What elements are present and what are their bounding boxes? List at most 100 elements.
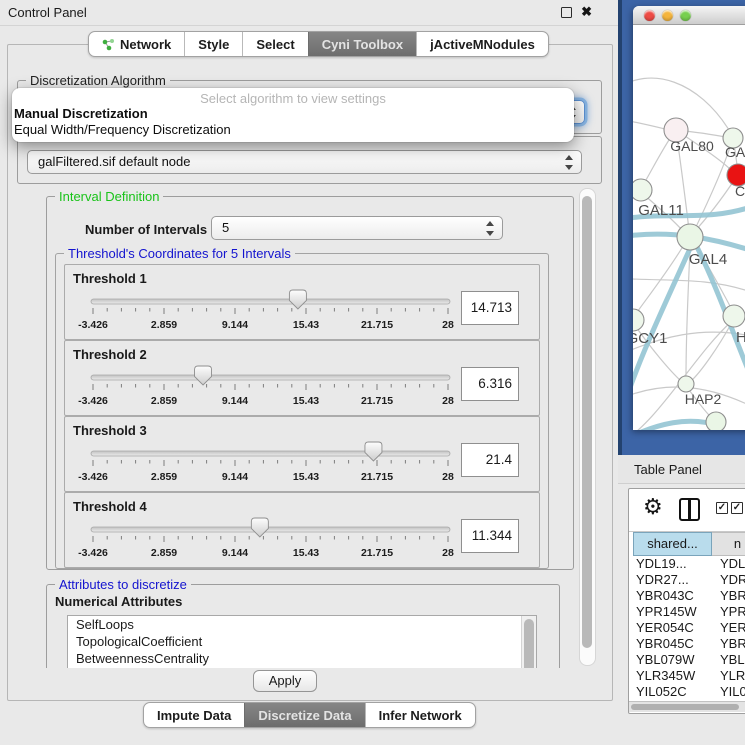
table-row[interactable]: YIL052CYIL0 [633, 684, 745, 700]
zoom-traffic-light[interactable] [680, 10, 691, 21]
gear-icon[interactable]: ⚙ [643, 494, 663, 520]
tab-discretize-data[interactable]: Discretize Data [244, 703, 364, 727]
tab-label: jActiveMNodules [430, 37, 535, 52]
combo-spinner-icon [486, 221, 495, 236]
column-header-name[interactable]: n [712, 532, 745, 556]
checkbox-icon[interactable]: ✓ [716, 502, 728, 514]
network-canvas[interactable]: GAL80GALCGAL11GAL4GCY1HHAP2 [633, 24, 745, 430]
table-row[interactable]: YBL079WYBL0 [633, 652, 745, 668]
table-row[interactable]: YLR345WYLR3 [633, 668, 745, 684]
number-of-intervals-combobox[interactable]: 5 [211, 216, 503, 240]
tab-label: Cyni Toolbox [322, 37, 403, 52]
thresholds-group-title: Threshold's Coordinates for 5 Intervals [64, 246, 295, 261]
close-icon[interactable]: ✖ [581, 4, 592, 20]
threshold-value-field[interactable]: 11.344 [461, 519, 519, 553]
algorithm-group-title: Discretization Algorithm [26, 73, 170, 88]
settings-viewport: Interval Definition Number of Intervals … [16, 184, 579, 668]
bottom-tab-bar: Impute Data Discretize Data Infer Networ… [143, 702, 476, 728]
svg-text:15.43: 15.43 [293, 395, 319, 407]
table-row[interactable]: YBR043CYBR0 [633, 588, 745, 604]
tab-style[interactable]: Style [184, 32, 242, 56]
numerical-attributes-list[interactable]: SelfLoopsTopologicalCoefficientBetweenne… [67, 615, 537, 668]
svg-text:9.144: 9.144 [222, 547, 248, 559]
minimize-traffic-light[interactable] [662, 10, 673, 21]
threshold-value-field[interactable]: 14.713 [461, 291, 519, 325]
network-window-titlebar[interactable] [633, 6, 745, 25]
tab-label: Impute Data [157, 708, 231, 723]
tab-cyni-toolbox[interactable]: Cyni Toolbox [308, 32, 416, 56]
threshold-slider[interactable]: -3.4262.8599.14415.4321.71528 [87, 287, 467, 335]
svg-text:28: 28 [442, 395, 454, 407]
svg-text:9.144: 9.144 [222, 471, 248, 483]
table-row[interactable]: YDR27...YDR2 [633, 572, 745, 588]
threshold-label: Threshold 1 [73, 271, 147, 286]
table-panel-titlebar: Table Panel [618, 455, 745, 484]
svg-text:GAL: GAL [725, 144, 745, 160]
svg-text:C: C [735, 183, 745, 199]
checkbox-icon[interactable]: ✓ [731, 502, 743, 514]
threshold-value-field[interactable]: 6.316 [461, 367, 519, 401]
threshold-slider[interactable]: -3.4262.8599.14415.4321.71528 [87, 363, 467, 411]
tab-infer-network[interactable]: Infer Network [365, 703, 475, 727]
tab-label: Select [256, 37, 294, 52]
apply-button[interactable]: Apply [253, 670, 317, 692]
number-of-intervals-label: Number of Intervals [85, 222, 207, 237]
network-graph[interactable]: GAL80GALCGAL11GAL4GCY1HHAP2 [633, 24, 745, 430]
interval-definition-title: Interval Definition [55, 189, 163, 204]
svg-text:15.43: 15.43 [293, 319, 319, 331]
svg-text:9.144: 9.144 [222, 319, 248, 331]
settings-scrollbar[interactable] [579, 188, 596, 666]
tab-label: Network [120, 37, 171, 52]
close-traffic-light[interactable] [644, 10, 655, 21]
threshold-label: Threshold 3 [73, 423, 147, 438]
table-row[interactable]: YBR045CYBR0 [633, 636, 745, 652]
column-header-shared-name[interactable]: shared... [633, 532, 712, 556]
list-scrollbar[interactable] [521, 616, 536, 668]
threshold-slider[interactable]: -3.4262.8599.14415.4321.71528 [87, 439, 467, 487]
attributes-group: Attributes to discretize Numerical Attri… [46, 584, 560, 668]
threshold-2-row: Threshold 2 -3.4262.8599.14415.4321.7152… [64, 340, 540, 416]
threshold-value-field[interactable]: 21.4 [461, 443, 519, 477]
threshold-label: Threshold 4 [73, 499, 147, 514]
svg-text:9.144: 9.144 [222, 395, 248, 407]
threshold-3-row: Threshold 3 -3.4262.8599.14415.4321.7152… [64, 416, 540, 492]
table-row[interactable]: YER054CYER0 [633, 620, 745, 636]
split-columns-icon[interactable] [679, 498, 700, 521]
table-row[interactable]: YDL19...YDL1 [633, 556, 745, 572]
network-window: GAL80GALCGAL11GAL4GCY1HHAP2 [633, 6, 745, 430]
panel-title: Control Panel [8, 5, 87, 20]
table-row[interactable]: YPR145WYPR1 [633, 604, 745, 620]
right-region: GAL80GALCGAL11GAL4GCY1HHAP2 Table Panel … [618, 0, 745, 745]
svg-text:GAL80: GAL80 [670, 138, 714, 154]
table-data-combobox[interactable]: galFiltered.sif default node [27, 150, 582, 174]
svg-text:28: 28 [442, 547, 454, 559]
tab-label: Discretize Data [258, 708, 351, 723]
tab-label: Infer Network [379, 708, 462, 723]
attribute-item[interactable]: BetweennessCentrality [68, 650, 536, 667]
svg-text:2.859: 2.859 [151, 547, 177, 559]
attribute-item[interactable]: TopologicalCoefficient [68, 633, 536, 650]
tab-impute-data[interactable]: Impute Data [144, 703, 244, 727]
table-data-value: galFiltered.sif default node [38, 154, 190, 169]
svg-text:HAP2: HAP2 [685, 391, 722, 407]
float-icon[interactable] [561, 7, 572, 18]
svg-text:28: 28 [442, 471, 454, 483]
tab-select[interactable]: Select [242, 32, 307, 56]
svg-text:GAL11: GAL11 [638, 202, 684, 219]
table-horizontal-scrollbar[interactable] [629, 701, 745, 712]
svg-text:-3.426: -3.426 [78, 319, 108, 331]
svg-text:2.859: 2.859 [151, 319, 177, 331]
attributes-group-title: Attributes to discretize [55, 577, 191, 592]
combo-spinner-icon [565, 155, 574, 170]
attribute-item[interactable]: SelfLoops [68, 616, 536, 633]
dropdown-option-manual[interactable]: Manual Discretization [12, 106, 574, 122]
svg-text:H: H [736, 329, 745, 346]
tab-network[interactable]: Network [89, 32, 184, 56]
svg-text:21.715: 21.715 [361, 395, 393, 407]
dropdown-option-equal-width[interactable]: Equal Width/Frequency Discretization [12, 122, 574, 138]
threshold-slider[interactable]: -3.4262.8599.14415.4321.71528 [87, 515, 467, 563]
thresholds-group: Threshold's Coordinates for 5 Intervals … [55, 253, 549, 569]
algorithm-dropdown-popup: Select algorithm to view settings Manual… [12, 88, 574, 142]
tab-jactivemnodules[interactable]: jActiveMNodules [416, 32, 548, 56]
table-header: shared... n [633, 532, 745, 556]
